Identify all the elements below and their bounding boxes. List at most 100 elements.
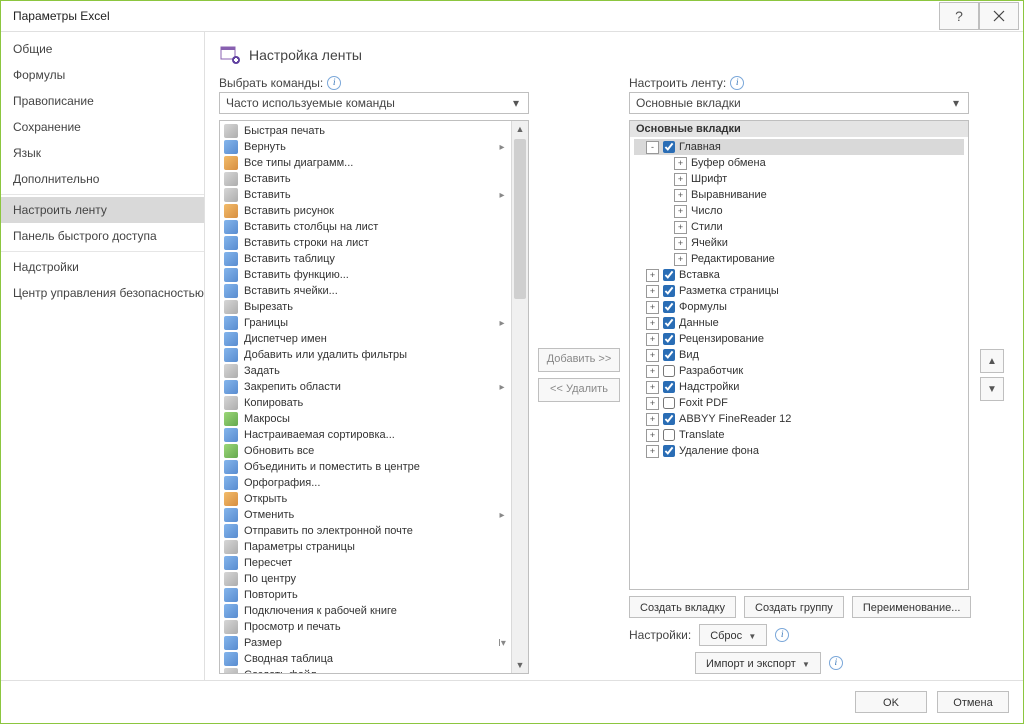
info-icon[interactable]: i bbox=[730, 76, 744, 90]
expand-icon[interactable]: + bbox=[646, 349, 659, 362]
tree-node[interactable]: +Translate bbox=[634, 427, 964, 443]
tree-node[interactable]: +Редактирование bbox=[634, 251, 964, 267]
command-item[interactable]: Подключения к рабочей книге bbox=[220, 603, 511, 619]
sidebar-item-trust-center[interactable]: Центр управления безопасностью bbox=[1, 280, 204, 306]
tree-node[interactable]: +Шрифт bbox=[634, 171, 964, 187]
tree-checkbox[interactable] bbox=[663, 141, 675, 153]
tree-node[interactable]: +Foxit PDF bbox=[634, 395, 964, 411]
expand-icon[interactable]: + bbox=[674, 253, 687, 266]
expand-icon[interactable]: + bbox=[646, 381, 659, 394]
command-item[interactable]: РазмерI▾ bbox=[220, 635, 511, 651]
command-item[interactable]: Объединить и поместить в центре bbox=[220, 459, 511, 475]
tree-node[interactable]: +Формулы bbox=[634, 299, 964, 315]
expand-icon[interactable]: + bbox=[646, 445, 659, 458]
tree-node[interactable]: +Удаление фона bbox=[634, 443, 964, 459]
tree-checkbox[interactable] bbox=[663, 429, 675, 441]
command-item[interactable]: Вставить ячейки... bbox=[220, 283, 511, 299]
commands-scrollbar[interactable]: ▲ ▼ bbox=[511, 121, 528, 673]
sidebar-item-formulas[interactable]: Формулы bbox=[1, 62, 204, 88]
expand-icon[interactable]: + bbox=[646, 397, 659, 410]
command-item[interactable]: Повторить bbox=[220, 587, 511, 603]
collapse-icon[interactable]: - bbox=[646, 141, 659, 154]
sidebar-item-addins[interactable]: Надстройки bbox=[1, 254, 204, 280]
close-button[interactable] bbox=[979, 2, 1019, 30]
tree-node[interactable]: +Вставка bbox=[634, 267, 964, 283]
ok-button[interactable]: OK bbox=[855, 691, 927, 713]
tree-checkbox[interactable] bbox=[663, 349, 675, 361]
command-item[interactable]: Вставить▸ bbox=[220, 187, 511, 203]
reset-menu-button[interactable]: Сброс bbox=[699, 624, 767, 646]
expand-icon[interactable]: + bbox=[674, 189, 687, 202]
expand-icon[interactable]: + bbox=[646, 285, 659, 298]
command-item[interactable]: Пересчет bbox=[220, 555, 511, 571]
tree-node[interactable]: +Разметка страницы bbox=[634, 283, 964, 299]
move-down-button[interactable]: ▼ bbox=[980, 377, 1004, 401]
sidebar-item-proofing[interactable]: Правописание bbox=[1, 88, 204, 114]
tree-node[interactable]: +Буфер обмена bbox=[634, 155, 964, 171]
rename-button[interactable]: Переименование... bbox=[852, 596, 972, 618]
tree-node[interactable]: +Рецензирование bbox=[634, 331, 964, 347]
tree-checkbox[interactable] bbox=[663, 445, 675, 457]
tree-checkbox[interactable] bbox=[663, 317, 675, 329]
new-tab-button[interactable]: Создать вкладку bbox=[629, 596, 736, 618]
expand-icon[interactable]: + bbox=[646, 333, 659, 346]
tree-checkbox[interactable] bbox=[663, 301, 675, 313]
tree-checkbox[interactable] bbox=[663, 333, 675, 345]
command-item[interactable]: Параметры страницы bbox=[220, 539, 511, 555]
move-up-button[interactable]: ▲ bbox=[980, 349, 1004, 373]
expand-icon[interactable]: + bbox=[646, 301, 659, 314]
remove-button[interactable]: << Удалить bbox=[538, 378, 620, 402]
import-export-menu-button[interactable]: Импорт и экспорт bbox=[695, 652, 821, 674]
command-item[interactable]: Вставить рисунок bbox=[220, 203, 511, 219]
tree-checkbox[interactable] bbox=[663, 365, 675, 377]
sidebar-item-save[interactable]: Сохранение bbox=[1, 114, 204, 140]
command-item[interactable]: Закрепить области▸ bbox=[220, 379, 511, 395]
tree-node[interactable]: -Главная bbox=[634, 139, 964, 155]
command-item[interactable]: Орфография... bbox=[220, 475, 511, 491]
customize-ribbon-combo[interactable]: Основные вкладки ▾ bbox=[629, 92, 969, 114]
command-item[interactable]: Вставить столбцы на лист bbox=[220, 219, 511, 235]
sidebar-item-general[interactable]: Общие bbox=[1, 36, 204, 62]
expand-icon[interactable]: + bbox=[674, 205, 687, 218]
sidebar-item-quick-access[interactable]: Панель быстрого доступа bbox=[1, 223, 204, 249]
tree-node[interactable]: +ABBYY FineReader 12 bbox=[634, 411, 964, 427]
choose-commands-combo[interactable]: Часто используемые команды ▾ bbox=[219, 92, 529, 114]
ribbon-tree[interactable]: Основные вкладки -Главная+Буфер обмена+Ш… bbox=[629, 120, 969, 590]
command-item[interactable]: Копировать bbox=[220, 395, 511, 411]
command-item[interactable]: Отправить по электронной почте bbox=[220, 523, 511, 539]
expand-icon[interactable]: + bbox=[674, 157, 687, 170]
command-item[interactable]: Просмотр и печать bbox=[220, 619, 511, 635]
tree-checkbox[interactable] bbox=[663, 285, 675, 297]
expand-icon[interactable]: + bbox=[646, 429, 659, 442]
command-item[interactable]: Макросы bbox=[220, 411, 511, 427]
expand-icon[interactable]: + bbox=[674, 221, 687, 234]
command-item[interactable]: Задать bbox=[220, 363, 511, 379]
expand-icon[interactable]: + bbox=[674, 173, 687, 186]
command-item[interactable]: Быстрая печать bbox=[220, 123, 511, 139]
cancel-button[interactable]: Отмена bbox=[937, 691, 1009, 713]
scroll-up-icon[interactable]: ▲ bbox=[512, 121, 528, 137]
sidebar-item-advanced[interactable]: Дополнительно bbox=[1, 166, 204, 192]
tree-node[interactable]: +Вид bbox=[634, 347, 964, 363]
expand-icon[interactable]: + bbox=[646, 365, 659, 378]
tree-checkbox[interactable] bbox=[663, 413, 675, 425]
scroll-down-icon[interactable]: ▼ bbox=[512, 657, 528, 673]
command-item[interactable]: Создать файл bbox=[220, 667, 511, 673]
command-item[interactable]: Границы▸ bbox=[220, 315, 511, 331]
tree-node[interactable]: +Число bbox=[634, 203, 964, 219]
command-item[interactable]: Вставить bbox=[220, 171, 511, 187]
command-item[interactable]: Вырезать bbox=[220, 299, 511, 315]
tree-node[interactable]: +Данные bbox=[634, 315, 964, 331]
sidebar-item-language[interactable]: Язык bbox=[1, 140, 204, 166]
command-item[interactable]: Вставить строки на лист bbox=[220, 235, 511, 251]
scroll-thumb[interactable] bbox=[514, 139, 526, 299]
command-item[interactable]: Все типы диаграмм... bbox=[220, 155, 511, 171]
help-button[interactable]: ? bbox=[939, 2, 979, 30]
info-icon[interactable]: i bbox=[327, 76, 341, 90]
command-item[interactable]: Сводная таблица bbox=[220, 651, 511, 667]
expand-icon[interactable]: + bbox=[646, 269, 659, 282]
command-item[interactable]: Вставить функцию... bbox=[220, 267, 511, 283]
tree-checkbox[interactable] bbox=[663, 269, 675, 281]
expand-icon[interactable]: + bbox=[646, 413, 659, 426]
tree-checkbox[interactable] bbox=[663, 381, 675, 393]
